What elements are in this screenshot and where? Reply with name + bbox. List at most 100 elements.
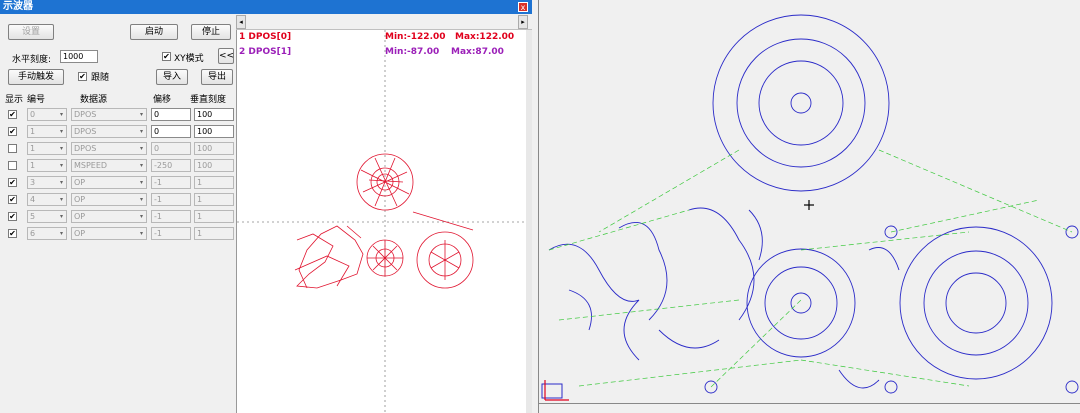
xy-mode-checkbox[interactable]: ✔ (162, 52, 171, 61)
chevron-down-icon[interactable]: ▾ (137, 177, 146, 188)
row-show-checkbox[interactable]: ✔ (8, 127, 17, 136)
oscilloscope-window: 示波器 x 设置 启动 停止 水平刻度: 1000 ✔ XY模式 << 手动触发… (0, 0, 532, 413)
scroll-right-icon[interactable]: ▸ (518, 15, 528, 29)
row-show-checkbox[interactable]: ✔ (8, 178, 17, 187)
row-id-value: 0 (30, 110, 36, 119)
row-vscale-input[interactable]: 1 (194, 193, 234, 206)
col-header-vscale: 垂直刻度 (190, 95, 227, 105)
chevron-down-icon[interactable]: ▾ (57, 228, 66, 239)
chevron-down-icon[interactable]: ▾ (57, 211, 66, 222)
row-show-checkbox[interactable]: ✔ (8, 110, 17, 119)
col-header-show: 显示 (5, 95, 24, 105)
horizontal-scrollbar[interactable]: ◂ ▸ (236, 14, 532, 30)
row-vscale-input[interactable]: 100 (194, 159, 234, 172)
follow-checkbox[interactable]: ✔ (78, 72, 87, 81)
row-vscale-input[interactable]: 100 (194, 125, 234, 138)
chevron-down-icon[interactable]: ▾ (57, 143, 66, 154)
chevron-down-icon[interactable]: ▾ (137, 228, 146, 239)
row-source-value: DPOS (74, 144, 97, 153)
row-source-value: MSPEED (74, 161, 108, 170)
stop-button[interactable]: 停止 (191, 24, 231, 40)
row-offset-input[interactable]: -1 (151, 210, 191, 223)
chevron-down-icon[interactable]: ▾ (57, 160, 66, 171)
chevron-down-icon[interactable]: ▾ (137, 143, 146, 154)
xy-mode-label: XY模式 (174, 54, 204, 64)
row-id-value: 4 (30, 195, 36, 204)
row-id-select[interactable]: 1 ▾ (27, 125, 67, 138)
col-header-source: 数据源 (80, 95, 108, 105)
row-id-select[interactable]: 4 ▾ (27, 193, 67, 206)
chevron-down-icon[interactable]: ▾ (137, 211, 146, 222)
row-vscale-input[interactable]: 1 (194, 210, 234, 223)
path-preview-panel[interactable] (538, 0, 1080, 413)
start-button[interactable]: 启动 (130, 24, 178, 40)
col-header-id: 编号 (27, 95, 46, 105)
row-show-checkbox[interactable]: ✔ (8, 195, 17, 204)
blue-cut-paths (548, 14, 1079, 394)
row-source-select[interactable]: OP ▾ (71, 193, 147, 206)
chevron-down-icon[interactable]: ▾ (57, 126, 66, 137)
row-offset-input[interactable]: -1 (151, 227, 191, 240)
chevron-down-icon[interactable]: ▾ (137, 160, 146, 171)
chevron-down-icon[interactable]: ▾ (57, 194, 66, 205)
row-source-select[interactable]: OP ▾ (71, 227, 147, 240)
row-id-select[interactable]: 0 ▾ (27, 108, 67, 121)
row-vscale-input[interactable]: 100 (194, 108, 234, 121)
row-id-select[interactable]: 6 ▾ (27, 227, 67, 240)
window-title: 示波器 (0, 0, 532, 14)
collapse-button[interactable]: << (218, 48, 234, 64)
row-id-select[interactable]: 3 ▾ (27, 176, 67, 189)
xy-trace (294, 153, 474, 289)
xy-plot-area[interactable]: 1 DPOS[0] Min:-122.00 Max:122.00 2 DPOS[… (236, 30, 527, 413)
row-vscale-input[interactable]: 100 (194, 142, 234, 155)
scroll-left-icon[interactable]: ◂ (236, 15, 246, 29)
row-show-checkbox[interactable]: ✔ (8, 229, 17, 238)
row-source-select[interactable]: OP ▾ (71, 176, 147, 189)
row-show-checkbox[interactable]: ✔ (8, 212, 17, 221)
follow-label: 跟随 (91, 73, 110, 83)
row-id-value: 6 (30, 229, 36, 238)
row-id-value: 1 (30, 161, 36, 170)
row-vscale-input[interactable]: 1 (194, 227, 234, 240)
row-vscale-input[interactable]: 1 (194, 176, 234, 189)
row-source-select[interactable]: OP ▾ (71, 210, 147, 223)
trace-canvas (237, 30, 527, 413)
row-offset-input[interactable]: 0 (151, 108, 191, 121)
row-source-select[interactable]: DPOS ▾ (71, 125, 147, 138)
row-offset-input[interactable]: -250 (151, 159, 191, 172)
chevron-down-icon[interactable]: ▾ (137, 109, 146, 120)
row-id-select[interactable]: 1 ▾ (27, 142, 67, 155)
horizontal-scale-input[interactable]: 1000 (60, 50, 98, 63)
row-offset-input[interactable]: -1 (151, 193, 191, 206)
row-id-value: 1 (30, 127, 36, 136)
row-source-value: DPOS (74, 127, 97, 136)
chevron-down-icon[interactable]: ▾ (57, 177, 66, 188)
row-source-value: OP (74, 178, 86, 187)
row-source-select[interactable]: DPOS ▾ (71, 142, 147, 155)
row-source-value: OP (74, 195, 86, 204)
export-button[interactable]: 导出 (201, 69, 233, 85)
row-source-select[interactable]: MSPEED ▾ (71, 159, 147, 172)
horizontal-scale-label: 水平刻度: (12, 55, 52, 65)
row-source-value: DPOS (74, 110, 97, 119)
row-offset-input[interactable]: 0 (151, 142, 191, 155)
chevron-down-icon[interactable]: ▾ (137, 126, 146, 137)
manual-trigger-button[interactable]: 手动触发 (8, 69, 64, 85)
row-source-value: OP (74, 212, 86, 221)
close-icon[interactable]: x (518, 2, 528, 12)
settings-button[interactable]: 设置 (8, 24, 54, 40)
row-source-select[interactable]: DPOS ▾ (71, 108, 147, 121)
row-id-select[interactable]: 1 ▾ (27, 159, 67, 172)
path-preview-frame (539, 0, 1080, 404)
row-id-value: 3 (30, 178, 36, 187)
chevron-down-icon[interactable]: ▾ (137, 194, 146, 205)
row-show-checkbox[interactable] (8, 144, 17, 153)
import-button[interactable]: 导入 (156, 69, 188, 85)
row-source-value: OP (74, 229, 86, 238)
row-offset-input[interactable]: 0 (151, 125, 191, 138)
row-offset-input[interactable]: -1 (151, 176, 191, 189)
row-show-checkbox[interactable] (8, 161, 17, 170)
chevron-down-icon[interactable]: ▾ (57, 109, 66, 120)
row-id-select[interactable]: 5 ▾ (27, 210, 67, 223)
vertical-scrollbar[interactable] (526, 30, 532, 413)
